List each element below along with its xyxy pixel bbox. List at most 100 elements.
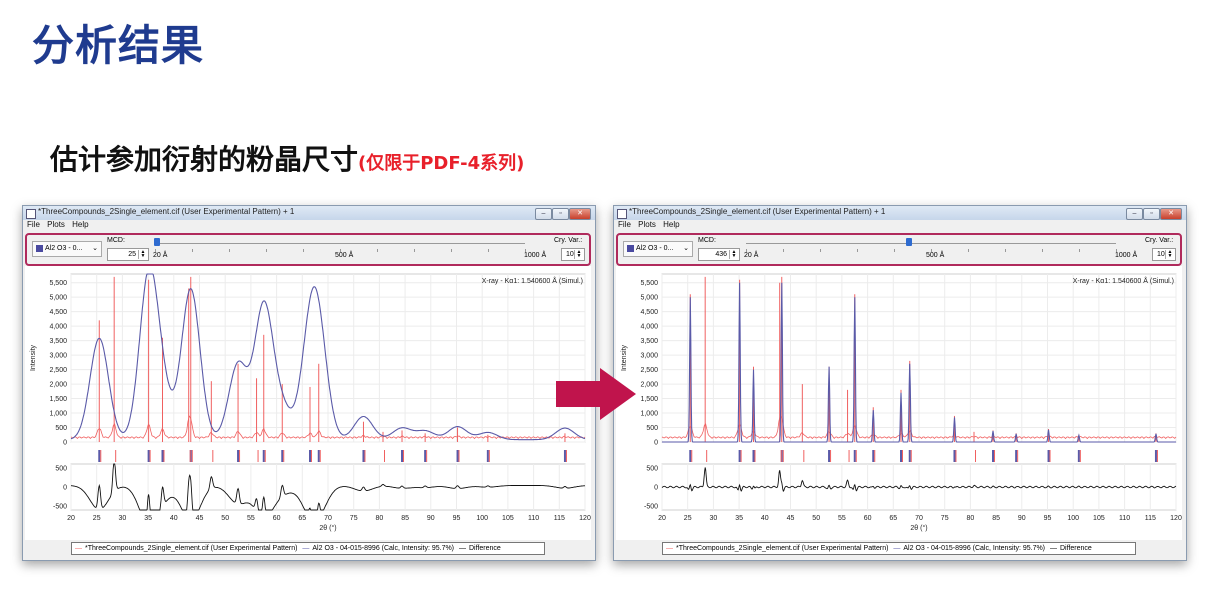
mcd-slider-track[interactable] <box>155 243 525 244</box>
legend-swatch-diff: — <box>1049 545 1057 552</box>
x-tick-label: 45 <box>196 515 204 522</box>
cry-var-spinner[interactable]: ▲ ▼ <box>1165 250 1174 259</box>
menu-plots[interactable]: Plots <box>638 220 656 229</box>
slider-tick <box>783 249 784 252</box>
maximize-button[interactable]: ▫ <box>552 208 569 220</box>
x-tick-label: 115 <box>1145 515 1156 522</box>
legend-diff: Difference <box>468 545 501 552</box>
mcd-slider-thumb[interactable] <box>905 238 912 246</box>
mcd-input[interactable]: 436 ▲ ▼ <box>698 248 740 261</box>
x-tick-label: 85 <box>992 515 1000 522</box>
cry-var-input[interactable]: 10 ▲ ▼ <box>561 248 585 261</box>
chevron-down-icon: ⌄ <box>683 245 689 252</box>
y-tick-label: 2,500 <box>640 367 658 374</box>
maximize-button[interactable]: ▫ <box>1143 208 1160 220</box>
minimize-button[interactable]: ‒ <box>1126 208 1143 220</box>
window-titlebar[interactable]: *ThreeCompounds_2Single_element.cif (Use… <box>614 206 1186 220</box>
slider-tick <box>488 249 489 252</box>
x-tick-label: 50 <box>812 515 820 522</box>
component-label: Al2 O3 - 0... <box>636 245 674 252</box>
slider-tick <box>820 249 821 252</box>
x-tick-label: 20 <box>67 515 75 522</box>
menu-file[interactable]: File <box>27 220 40 229</box>
menu-help[interactable]: Help <box>72 220 88 229</box>
y-tick-label: 2,000 <box>49 382 67 389</box>
component-select[interactable]: Al2 O3 - 0... ⌄ <box>32 241 102 257</box>
legend-swatch-calc: — <box>893 545 901 552</box>
close-button[interactable]: ✕ <box>1160 208 1182 220</box>
legend-exp: *ThreeCompounds_2Single_element.cif (Use… <box>676 545 889 552</box>
plot-background <box>25 266 591 540</box>
slider-tick <box>1079 249 1080 252</box>
x-tick-label: 60 <box>864 515 872 522</box>
right-arrow-icon <box>556 368 636 420</box>
x-tick-label: 35 <box>144 515 152 522</box>
slider-min-label: 20 Å <box>153 252 168 259</box>
slider-tick <box>1116 249 1117 252</box>
x-tick-label: 80 <box>967 515 975 522</box>
x-tick-label: 25 <box>684 515 692 522</box>
legend-swatch-diff: — <box>458 545 466 552</box>
mcd-toolbar: Al2 O3 - 0... ⌄ MCD: 436 ▲ ▼ 20 Å 500 Å 100… <box>616 233 1182 266</box>
menu-file[interactable]: File <box>618 220 631 229</box>
xrd-window-right[interactable]: *ThreeCompounds_2Single_element.cif (Use… <box>613 205 1187 561</box>
y-axis-label: Intensity <box>30 344 37 371</box>
xrd-plot: 20 25 30 35 40 45 50 55 60 65 70 75 80 85 90 95 100 105 11… <box>25 266 591 540</box>
y-tick-label: 3,500 <box>640 338 658 345</box>
x-tick-label: 40 <box>170 515 178 522</box>
window-titlebar[interactable]: *ThreeCompounds_2Single_element.cif (Use… <box>23 206 595 220</box>
plot-background <box>616 266 1182 540</box>
close-button[interactable]: ✕ <box>569 208 591 220</box>
xray-label: X-ray - Kα1: 1.540600 Å (Simul.) <box>482 276 583 285</box>
mcd-slider-track[interactable] <box>746 243 1116 244</box>
slider-tick <box>857 249 858 252</box>
slider-mid-label: 500 Å <box>926 252 945 259</box>
x-tick-label: 25 <box>93 515 101 522</box>
mcd-toolbar: Al2 O3 - 0... ⌄ MCD: 25 ▲ ▼ 20 Å 500 Å 1000… <box>25 233 591 266</box>
component-swatch <box>627 244 634 252</box>
slider-tick <box>746 249 747 252</box>
mcd-slider-thumb[interactable] <box>153 238 160 246</box>
slider-tick <box>451 249 452 252</box>
cry-var-spinner[interactable]: ▲ ▼ <box>574 250 583 259</box>
slider-mid-label: 500 Å <box>335 252 354 259</box>
slider-tick <box>229 249 230 252</box>
slider-tick <box>968 249 969 252</box>
mcd-input[interactable]: 25 ▲ ▼ <box>107 248 149 261</box>
component-select[interactable]: Al2 O3 - 0... ⌄ <box>623 241 693 257</box>
legend-swatch-exp: — <box>666 545 673 552</box>
x-tick-label: 115 <box>554 515 565 522</box>
subtitle-note: (仅限于PDF-4系列) <box>358 153 525 174</box>
x-tick-label: 70 <box>324 515 332 522</box>
slider-max-label: 1000 Å <box>524 252 547 259</box>
minimize-button[interactable]: ‒ <box>535 208 552 220</box>
y-tick-label: 5,500 <box>49 280 67 287</box>
slider-min-label: 20 Å <box>744 252 759 259</box>
xrd-window-left[interactable]: *ThreeCompounds_2Single_element.cif (Use… <box>22 205 596 561</box>
cry-var-input[interactable]: 10 ▲ ▼ <box>1152 248 1176 261</box>
x-tick-label: 105 <box>1093 515 1105 522</box>
mcd-spinner[interactable]: ▲ ▼ <box>729 250 738 259</box>
app-icon <box>617 209 627 219</box>
x-tick-label: 120 <box>1170 515 1182 522</box>
slider-max-label: 1000 Å <box>1115 252 1138 259</box>
x-tick-label: 95 <box>1044 515 1052 522</box>
menu-bar: File Plots Help <box>23 220 595 231</box>
menu-help[interactable]: Help <box>663 220 679 229</box>
x-tick-label: 85 <box>401 515 409 522</box>
x-tick-label: 100 <box>476 515 488 522</box>
x-tick-label: 95 <box>453 515 461 522</box>
y-tick-label: 5,500 <box>640 280 658 287</box>
x-tick-label: 80 <box>376 515 384 522</box>
subtitle: 估计参加衍射的粉晶尺寸(仅限于PDF-4系列) <box>50 138 524 178</box>
y-tick-label: 1,500 <box>49 396 67 403</box>
x-tick-label: 90 <box>1018 515 1026 522</box>
y-tick-label: 1,000 <box>49 411 67 418</box>
mcd-spinner[interactable]: ▲ ▼ <box>138 250 147 259</box>
x-tick-label: 110 <box>1119 515 1130 522</box>
x-tick-label: 65 <box>889 515 897 522</box>
menu-plots[interactable]: Plots <box>47 220 65 229</box>
legend-swatch-calc: — <box>302 545 310 552</box>
slider-tick <box>266 249 267 252</box>
slider-tick <box>377 249 378 252</box>
